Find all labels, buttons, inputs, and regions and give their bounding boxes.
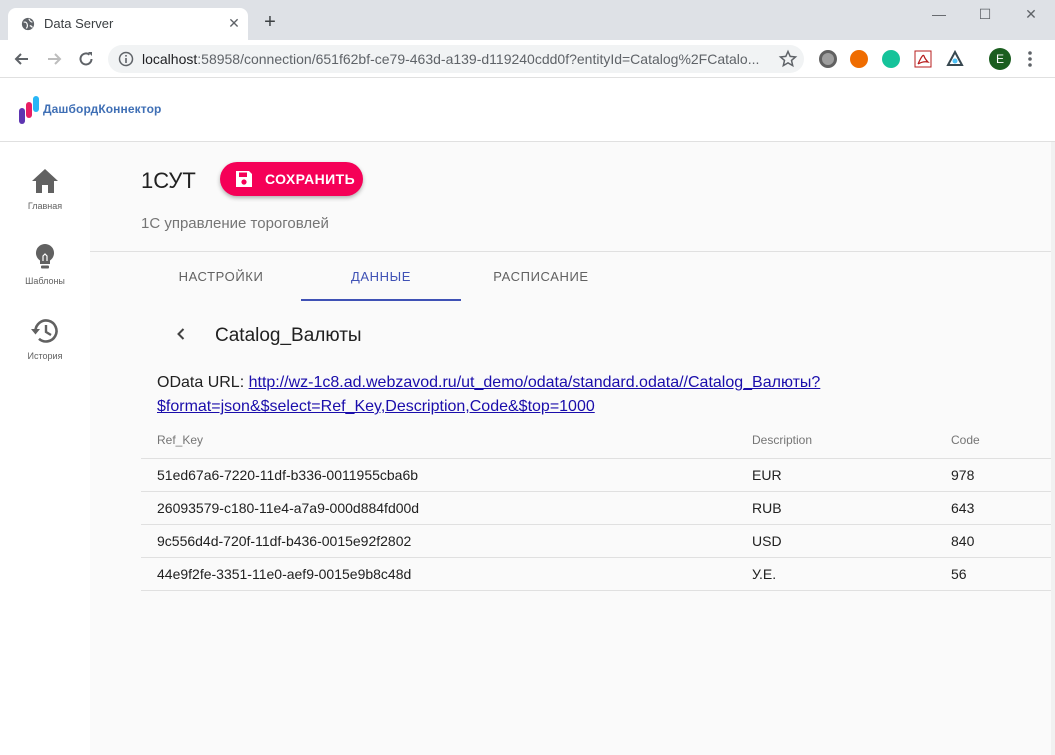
home-icon — [32, 169, 58, 193]
browser-tab[interactable]: Data Server ✕ — [8, 8, 248, 40]
sidebar: Главная Шаблоны История — [0, 142, 90, 755]
sidebar-item-history[interactable]: История — [0, 316, 90, 386]
sidebar-item-templates[interactable]: Шаблоны — [0, 241, 90, 311]
cell-code: 978 — [951, 467, 975, 483]
profile-avatar[interactable]: E — [989, 48, 1011, 70]
browser-titlebar: Data Server ✕ + — ☐ ✕ — [0, 0, 1055, 40]
grammarly-icon[interactable] — [882, 50, 900, 68]
back-arrow-icon[interactable] — [12, 49, 32, 69]
pdf-icon[interactable] — [914, 50, 932, 68]
save-icon — [236, 171, 252, 187]
browser-toolbar: localhost:58958/connection/651f62bf-ce79… — [0, 40, 1055, 78]
tab-title: Data Server — [44, 16, 114, 31]
data-table: Ref_Key Description Code 51ed67a6-7220-1… — [141, 425, 1055, 591]
page-title: 1СУТ — [141, 168, 196, 193]
cell-description: EUR — [752, 467, 782, 483]
url-text[interactable]: localhost:58958/connection/651f62bf-ce79… — [142, 51, 759, 67]
chevron-left-icon[interactable] — [170, 323, 192, 345]
table-row: 51ed67a6-7220-11df-b336-0011955cba6b EUR… — [141, 459, 1055, 492]
cell-ref-key: 51ed67a6-7220-11df-b336-0011955cba6b — [157, 467, 419, 483]
cell-description: У.Е. — [752, 566, 777, 582]
cell-description: USD — [752, 533, 782, 549]
forward-arrow-icon[interactable] — [44, 49, 64, 69]
minimize-button[interactable]: — — [927, 5, 951, 23]
address-bar[interactable]: localhost:58958/connection/651f62bf-ce79… — [108, 45, 804, 73]
app-header: ДашбордКоннектор — [0, 78, 1055, 142]
column-header-description: Description — [752, 433, 813, 447]
lightbulb-icon — [35, 243, 55, 269]
tab-bar: НАСТРОЙКИ ДАННЫЕ РАСПИСАНИЕ — [141, 253, 1055, 301]
odata-url-part-1: http://wz-1c8.ad.webzavod.ru/ut_demo/oda… — [248, 374, 821, 391]
tab-indicator — [301, 299, 461, 301]
odata-url-part-2: $format=json&$select=Ref_Key,Description… — [157, 398, 595, 415]
table-row: 44e9f2fe-3351-11e0-aef9-0015e9b8c48d У.Е… — [141, 558, 1055, 591]
odata-url-line: OData URL: http://wz-1c8.ad.webzavod.ru/… — [157, 371, 857, 419]
table-row: 9c556d4d-720f-11df-b436-0015e92f2802 USD… — [141, 525, 1055, 558]
odata-url-link[interactable]: http://wz-1c8.ad.webzavod.ru/ut_demo/oda… — [157, 374, 820, 415]
cell-code: 56 — [951, 566, 967, 582]
table-row: 26093579-c180-11e4-a7a9-000d884fd00d RUB… — [141, 492, 1055, 525]
tab-data[interactable]: ДАННЫЕ — [301, 253, 461, 301]
bookmark-star-icon[interactable] — [778, 49, 798, 69]
cell-ref-key: 44e9f2fe-3351-11e0-aef9-0015e9b8c48d — [157, 566, 412, 582]
scrollbar[interactable] — [1051, 142, 1055, 755]
new-tab-button[interactable]: + — [260, 12, 280, 32]
cell-code: 840 — [951, 533, 975, 549]
extension-orange-icon[interactable] — [850, 50, 868, 68]
sidebar-label-home: Главная — [27, 201, 63, 211]
column-header-code: Code — [951, 433, 980, 447]
extension-circle-icon[interactable] — [819, 50, 837, 68]
page-heading: 1СУТ СОХРАНИТЬ 1С управление тороговлей — [90, 142, 1055, 252]
sidebar-label-history: История — [27, 351, 63, 361]
page-subtitle: 1С управление тороговлей — [141, 215, 329, 232]
entity-title: Catalog_Валюты — [215, 325, 362, 346]
cell-description: RUB — [752, 500, 782, 516]
tab-schedule[interactable]: РАСПИСАНИЕ — [461, 253, 621, 301]
cell-code: 643 — [951, 500, 975, 516]
tab-settings[interactable]: НАСТРОЙКИ — [141, 253, 301, 301]
logo-icon[interactable] — [18, 94, 40, 126]
close-window-button[interactable]: ✕ — [1019, 5, 1043, 23]
main-content: 1СУТ СОХРАНИТЬ 1С управление тороговлей … — [90, 142, 1055, 755]
odata-url-label: OData URL: — [157, 374, 249, 391]
history-icon — [31, 319, 58, 343]
table-header: Ref_Key Description Code — [141, 425, 1055, 459]
url-path: :58958/connection/651f62bf-ce79-463d-a13… — [197, 51, 760, 67]
logo-text[interactable]: ДашбордКоннектор — [43, 102, 161, 116]
save-label: СОХРАНИТЬ — [265, 171, 356, 187]
cell-ref-key: 9c556d4d-720f-11df-b436-0015e92f2802 — [157, 533, 412, 549]
cell-ref-key: 26093579-c180-11e4-a7a9-000d884fd00d — [157, 500, 420, 516]
sidebar-item-home[interactable]: Главная — [0, 166, 90, 236]
reload-icon[interactable] — [76, 49, 96, 69]
sidebar-label-templates: Шаблоны — [25, 276, 65, 286]
save-button[interactable]: СОХРАНИТЬ — [220, 162, 363, 196]
column-header-ref-key: Ref_Key — [157, 433, 204, 447]
maximize-button[interactable]: ☐ — [973, 5, 997, 23]
url-host: localhost — [142, 51, 198, 67]
more-menu-icon[interactable] — [1025, 49, 1035, 69]
info-icon[interactable] — [118, 51, 134, 67]
globe-icon — [21, 17, 35, 31]
extension-triangle-icon[interactable] — [946, 50, 964, 68]
tab-close-icon[interactable]: ✕ — [225, 14, 243, 32]
